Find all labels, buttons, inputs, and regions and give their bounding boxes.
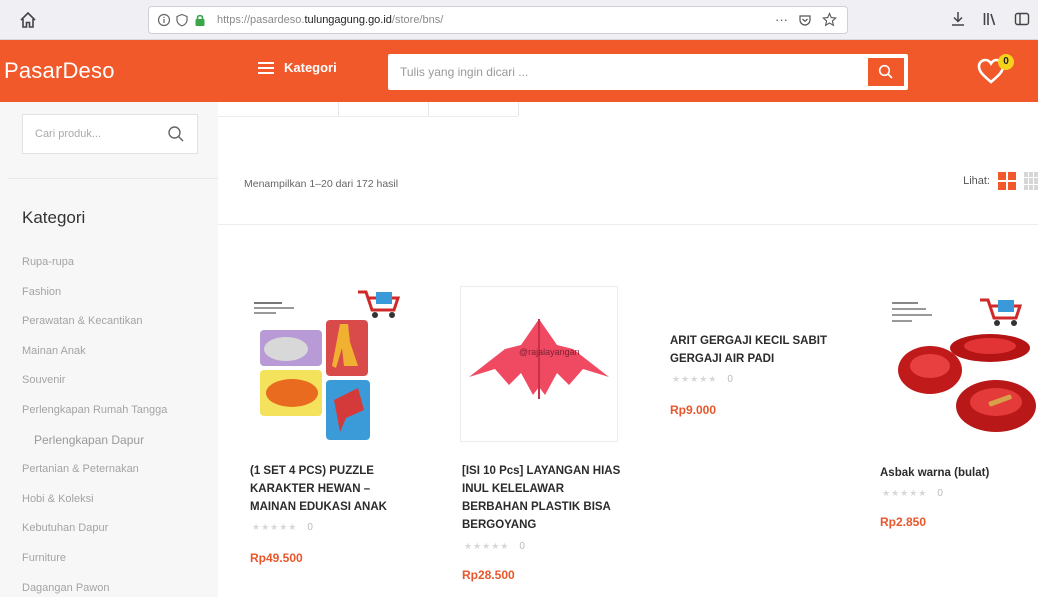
shield-icon[interactable]	[175, 13, 189, 27]
kategori-menu-button[interactable]: Kategori	[258, 60, 337, 75]
page-actions-icon[interactable]: ···	[775, 12, 788, 27]
product-name[interactable]: ARIT GERGAJI KECIL SABIT GERGAJI AIR PAD…	[670, 332, 840, 368]
sidebar-divider	[8, 178, 218, 179]
main-search-button[interactable]	[866, 56, 906, 88]
product-rating: ★★★★★ 0	[882, 488, 943, 499]
product-image[interactable]	[248, 282, 408, 442]
pocket-icon[interactable]	[798, 13, 812, 27]
content-divider	[218, 224, 1038, 225]
sidebar-category-item[interactable]: Pertanian & Peternakan	[22, 461, 167, 491]
list-view-icon[interactable]	[1024, 172, 1038, 190]
sidebar-title: Kategori	[22, 208, 86, 227]
product-price: Rp9.000	[670, 403, 717, 417]
product-name[interactable]: [ISI 10 Pcs] LAYANGAN HIAS INUL KELELAWA…	[462, 462, 622, 534]
address-bar[interactable]: https://pasardeso.tulungagung.go.id/stor…	[148, 6, 848, 34]
sidebar-category-item[interactable]: Souvenir	[22, 372, 167, 402]
lock-icon[interactable]	[193, 13, 207, 27]
product-image[interactable]: @rajalayangan	[460, 286, 618, 442]
view-label: Lihat:	[963, 175, 990, 187]
sidebar-category-item[interactable]: Mainan Anak	[22, 343, 167, 373]
sidebar-category-item[interactable]: Dagangan Pawon	[22, 580, 167, 609]
rating-stars: ★★★★★	[882, 488, 928, 498]
url-text[interactable]: https://pasardeso.tulungagung.go.id/stor…	[217, 14, 443, 26]
product-price: Rp28.500	[462, 568, 515, 582]
sidebar-category-item[interactable]: Perawatan & Kecantikan	[22, 313, 167, 343]
kategori-menu-label: Kategori	[284, 60, 337, 75]
site-header: PasarDeso Kategori 0	[0, 40, 1038, 102]
bookmark-star-icon[interactable]	[822, 12, 837, 27]
sidebar-category-item[interactable]: Furniture	[22, 550, 167, 580]
sidebar-category-item[interactable]: Fashion	[22, 284, 167, 314]
search-icon[interactable]	[167, 125, 185, 143]
kite-watermark: @rajalayangan	[519, 347, 580, 357]
home-icon[interactable]	[18, 10, 38, 30]
product-price: Rp49.500	[250, 551, 303, 565]
info-icon[interactable]	[157, 13, 171, 27]
category-list: Rupa-rupa Fashion Perawatan & Kecantikan Ma…	[22, 254, 167, 609]
product-search-input[interactable]	[23, 115, 163, 153]
product-name[interactable]: (1 SET 4 PCS) PUZZLE KARAKTER HEWAN – MA…	[250, 462, 410, 516]
product-rating: ★★★★★ 0	[464, 541, 525, 552]
sidebar-category-item[interactable]: Kebutuhan Dapur	[22, 520, 167, 550]
search-icon	[878, 64, 893, 79]
sidebar-category-item[interactable]: Perlengkapan Rumah Tangga	[22, 402, 167, 432]
product-rating: ★★★★★ 0	[252, 522, 313, 533]
grid-view-icon[interactable]	[998, 172, 1016, 190]
sidebar-category-item[interactable]: Hobi & Koleksi	[22, 491, 167, 521]
product-search	[22, 114, 198, 154]
library-icon[interactable]	[982, 10, 998, 28]
sidebar-category-item[interactable]: Rupa-rupa	[22, 254, 167, 284]
rating-stars: ★★★★★	[252, 522, 298, 532]
view-switcher: Lihat:	[963, 172, 1038, 190]
product-image[interactable]	[880, 286, 1038, 442]
main-search-input[interactable]	[388, 54, 860, 90]
review-count: 0	[519, 541, 525, 552]
product-name[interactable]: Asbak warna (bulat)	[880, 464, 1038, 482]
results-count: Menampilkan 1–20 dari 172 hasil	[244, 178, 399, 190]
review-count: 0	[307, 522, 313, 533]
review-count: 0	[727, 374, 733, 385]
rating-stars: ★★★★★	[464, 541, 510, 551]
top-tabs-remnant	[218, 102, 1038, 126]
sidebar-toggle-icon[interactable]	[1014, 10, 1030, 28]
product-price: Rp2.850	[880, 515, 927, 529]
site-logo[interactable]: PasarDeso	[4, 58, 115, 84]
wishlist-count-badge: 0	[998, 54, 1014, 70]
review-count: 0	[937, 488, 943, 499]
browser-toolbar: https://pasardeso.tulungagung.go.id/stor…	[0, 0, 1038, 40]
product-rating: ★★★★★ 0	[672, 374, 733, 385]
download-icon[interactable]	[950, 10, 966, 28]
sidebar: Kategori Rupa-rupaFashionPerawatan & Kec…	[0, 102, 218, 597]
main-search	[388, 54, 908, 90]
rating-stars: ★★★★★	[672, 374, 718, 384]
sidebar-category-item[interactable]: Perlengkapan Dapur	[22, 432, 167, 462]
hamburger-icon	[258, 61, 274, 74]
